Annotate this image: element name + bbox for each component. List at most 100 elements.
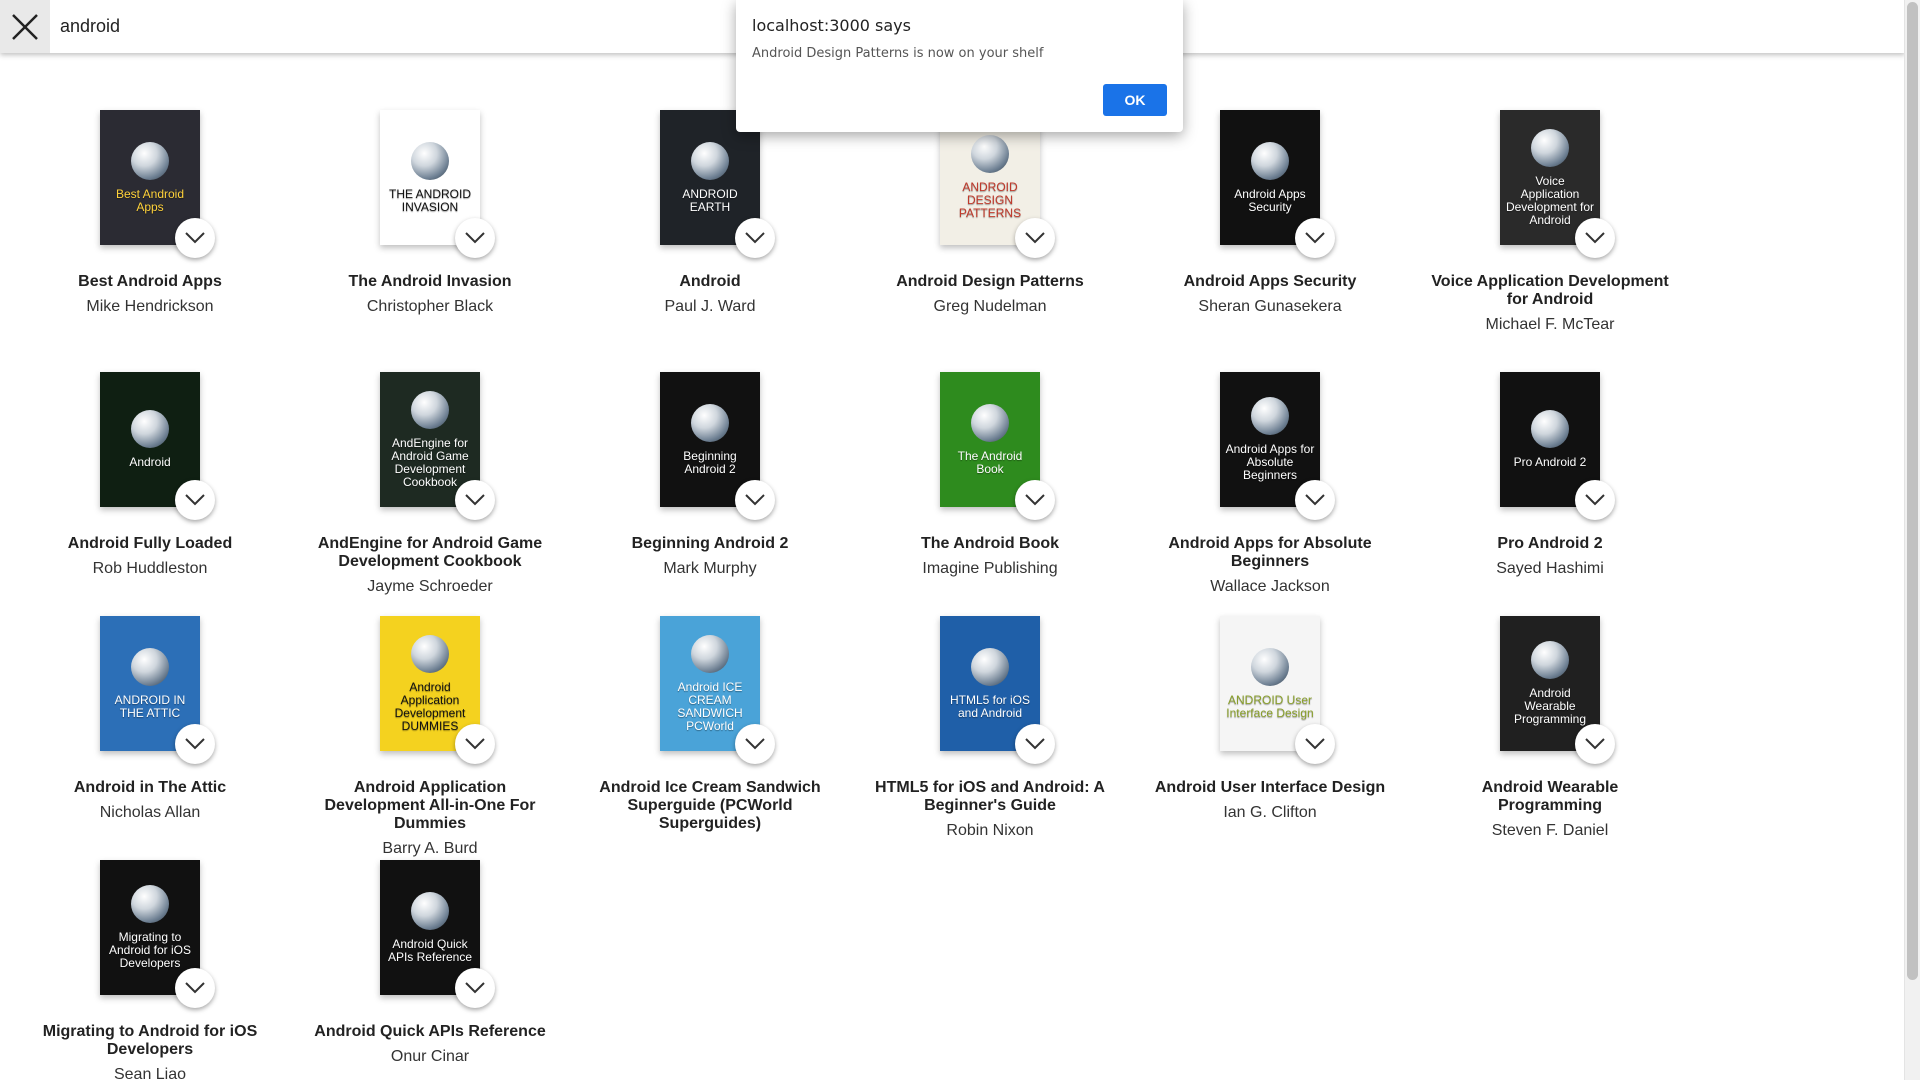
shelf-menu-button[interactable]: [175, 968, 215, 1008]
shelf-menu-button[interactable]: [1295, 218, 1335, 258]
book-item: THE ANDROID INVASION The Android Invasion…: [290, 85, 570, 347]
book-item: HTML5 for iOS and Android HTML5 for iOS a…: [850, 591, 1130, 839]
book-title: Android Ice Cream Sandwich Superguide (P…: [599, 779, 821, 832]
book-item: Android Application Development DUMMIES A…: [290, 591, 570, 857]
chevron-down-icon: [185, 494, 205, 506]
book-cover-wrapper: Migrating to Android for iOS Developers: [100, 860, 215, 1008]
cover-title-text: Pro Android 2: [1513, 455, 1587, 469]
shelf-menu-button[interactable]: [455, 218, 495, 258]
book-title: The Android Book: [920, 535, 1060, 552]
chevron-down-icon: [465, 232, 485, 244]
chevron-down-icon: [1025, 494, 1045, 506]
book-cover-wrapper: Android Apps for Absolute Beginners: [1220, 372, 1335, 520]
book-author: Sayed Hashimi: [1496, 560, 1604, 577]
chevron-down-icon: [1025, 738, 1045, 750]
cover-logo-icon: [411, 141, 449, 180]
book-author: Ian G. Clifton: [1223, 804, 1317, 821]
cover-title-text: Voice Application Development for Androi…: [1505, 173, 1595, 227]
book-cover-wrapper: Android: [100, 372, 215, 520]
book-title: Android Design Patterns: [896, 273, 1084, 290]
page-scrollbar[interactable]: [1904, 0, 1920, 1080]
cover-logo-icon: [691, 403, 729, 442]
shelf-menu-button[interactable]: [175, 218, 215, 258]
book-cover-wrapper: HTML5 for iOS and Android: [940, 616, 1055, 764]
book-title: Android in The Attic: [73, 779, 227, 796]
cover-logo-icon: [1531, 641, 1569, 679]
chevron-down-icon: [185, 738, 205, 750]
cover-logo-icon: [971, 403, 1009, 442]
book-item: Migrating to Android for iOS Developers M…: [10, 835, 290, 1083]
shelf-menu-button[interactable]: [1575, 218, 1615, 258]
shelf-menu-button[interactable]: [455, 968, 495, 1008]
shelf-menu-button[interactable]: [175, 724, 215, 764]
cover-logo-icon: [691, 141, 729, 180]
book-title: Android Apps for Absolute Beginners: [1168, 535, 1372, 570]
shelf-menu-button[interactable]: [1015, 480, 1055, 520]
book-item: ANDROID User Interface Design Android Use…: [1130, 591, 1410, 835]
book-item: Best Android Apps Best Android Apps Mike H…: [10, 85, 290, 347]
cover-title-text: ANDROID EARTH: [682, 186, 738, 214]
chevron-down-icon: [465, 982, 485, 994]
book-title: HTML5 for iOS and Android: A Beginner's …: [875, 779, 1105, 814]
books-grid: Best Android Apps Best Android Apps Mike H…: [10, 85, 1890, 1083]
shelf-menu-button[interactable]: [1295, 724, 1335, 764]
cover-logo-icon: [1531, 410, 1569, 448]
chevron-down-icon: [1585, 494, 1605, 506]
cover-logo-icon: [971, 647, 1009, 686]
ok-button[interactable]: OK: [1103, 84, 1167, 116]
cover-logo-icon: [411, 634, 449, 673]
chevron-down-icon: [745, 232, 765, 244]
shelf-menu-button[interactable]: [1575, 724, 1615, 764]
cover-title-text: ANDROID User Interface Design: [1226, 692, 1314, 720]
shelf-menu-button[interactable]: [735, 480, 775, 520]
chevron-down-icon: [185, 232, 205, 244]
chevron-down-icon: [745, 494, 765, 506]
cover-logo-icon: [411, 891, 449, 930]
book-author: Greg Nudelman: [933, 298, 1047, 315]
shelf-menu-button[interactable]: [1015, 218, 1055, 258]
book-cover-wrapper: Android Apps Security: [1220, 110, 1335, 258]
book-title: Android Apps Security: [1183, 273, 1357, 290]
cover-logo-icon: [1251, 397, 1289, 435]
cover-title-text: The Android Book: [957, 448, 1023, 476]
shelf-menu-button[interactable]: [455, 480, 495, 520]
book-cover-wrapper: Android ICE CREAM SANDWICH PCWorld: [660, 616, 775, 764]
shelf-menu-button[interactable]: [455, 724, 495, 764]
book-item: Android Android Fully Loaded Rob Huddlesto…: [10, 347, 290, 591]
chevron-down-icon: [1025, 232, 1045, 244]
cover-logo-icon: [131, 141, 169, 180]
shelf-menu-button[interactable]: [1295, 480, 1335, 520]
book-title: Voice Application Development for Androi…: [1431, 273, 1669, 308]
cover-logo-icon: [411, 390, 449, 429]
cover-title-text: AndEngine for Android Game Development C…: [391, 435, 469, 489]
book-author: Steven F. Daniel: [1491, 822, 1609, 839]
book-title: Android: [679, 273, 741, 290]
scrollbar-thumb[interactable]: [1907, 2, 1918, 980]
chevron-down-icon: [1585, 738, 1605, 750]
chevron-down-icon: [1305, 232, 1325, 244]
shelf-menu-button[interactable]: [175, 480, 215, 520]
book-item: Android ICE CREAM SANDWICH PCWorld Androi…: [570, 591, 850, 835]
cover-logo-icon: [1531, 128, 1569, 167]
shelf-menu-button[interactable]: [735, 724, 775, 764]
dialog-title: localhost:3000 says: [752, 16, 911, 35]
book-item: Pro Android 2 Pro Android 2 Sayed Hashimi: [1410, 347, 1690, 591]
chevron-down-icon: [1585, 232, 1605, 244]
cover-logo-icon: [131, 647, 169, 686]
book-item: The Android Book The Android Book Imagine …: [850, 347, 1130, 591]
cover-title-text: Best Android Apps: [115, 186, 185, 214]
book-cover-wrapper: Android Wearable Programming: [1500, 616, 1615, 764]
close-search-button[interactable]: [0, 0, 50, 53]
shelf-menu-button[interactable]: [735, 218, 775, 258]
shelf-menu-button[interactable]: [1015, 724, 1055, 764]
book-title: Android Quick APIs Reference: [314, 1023, 546, 1040]
book-cover-wrapper: ANDROID IN THE ATTIC: [100, 616, 215, 764]
book-title: Android Wearable Programming: [1481, 779, 1619, 814]
book-title: AndEngine for Android Game Development C…: [317, 535, 543, 570]
book-cover-wrapper: Voice Application Development for Androi…: [1500, 110, 1615, 258]
cover-logo-icon: [131, 410, 169, 448]
cover-title-text: ANDROID DESIGN PATTERNS: [958, 180, 1022, 220]
book-author: Rob Huddleston: [92, 560, 208, 577]
book-author: Mark Murphy: [663, 560, 757, 577]
shelf-menu-button[interactable]: [1575, 480, 1615, 520]
